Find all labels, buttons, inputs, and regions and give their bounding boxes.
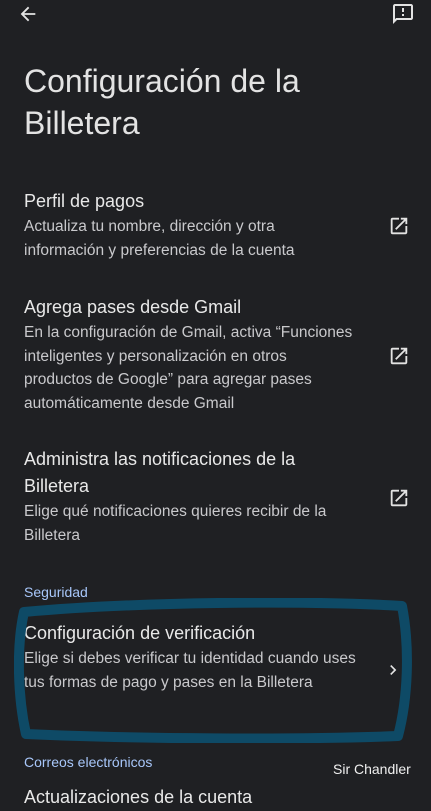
open-in-new-icon [387,344,411,368]
watermark: Sir Chandler [333,761,411,777]
list-item-perfil-de-pagos[interactable]: Perfil de pagos Actualiza tu nombre, dir… [24,188,419,262]
section-header-seguridad: Seguridad [24,584,88,600]
list-item-title: Actualizaciones de la cuenta [24,787,253,807]
list-item-description: En la configuración de Gmail, activa “Fu… [24,324,353,412]
feedback-icon [393,4,413,24]
list-item-description: Elige qué notificaciones quieres recibir… [24,503,327,544]
list-item-agrega-pases-gmail[interactable]: Agrega pases desde Gmail En la configura… [24,294,419,415]
back-button[interactable] [14,0,42,28]
list-item-title: Agrega pases desde Gmail [24,297,242,317]
section-header-correos-electronicos: Correos electrónicos [24,754,153,770]
list-item-description: Actualiza tu nombre, dirección y otra in… [24,218,295,259]
top-app-bar [0,0,431,30]
list-item-title: Perfil de pagos [24,191,145,211]
feedback-button[interactable] [389,0,417,28]
list-item-administra-notificaciones[interactable]: Administra las notificaciones de la Bill… [24,446,419,547]
arrow-back-icon [20,6,36,22]
chevron-right-icon [381,658,405,682]
open-in-new-icon [387,486,411,510]
list-item-title: Administra las notificaciones de la Bill… [24,449,296,496]
page-title: Configuración de la Billetera [24,63,300,141]
list-item-description: Elige si debes verificar tu identidad cu… [24,650,356,691]
open-in-new-icon [387,214,411,238]
list-item-title: Configuración de verificación [24,623,256,643]
list-item-configuracion-verificacion[interactable]: Configuración de verificación Elige si d… [24,620,419,694]
list-item-actualizaciones-cuenta[interactable]: Actualizaciones de la cuenta [24,784,419,811]
